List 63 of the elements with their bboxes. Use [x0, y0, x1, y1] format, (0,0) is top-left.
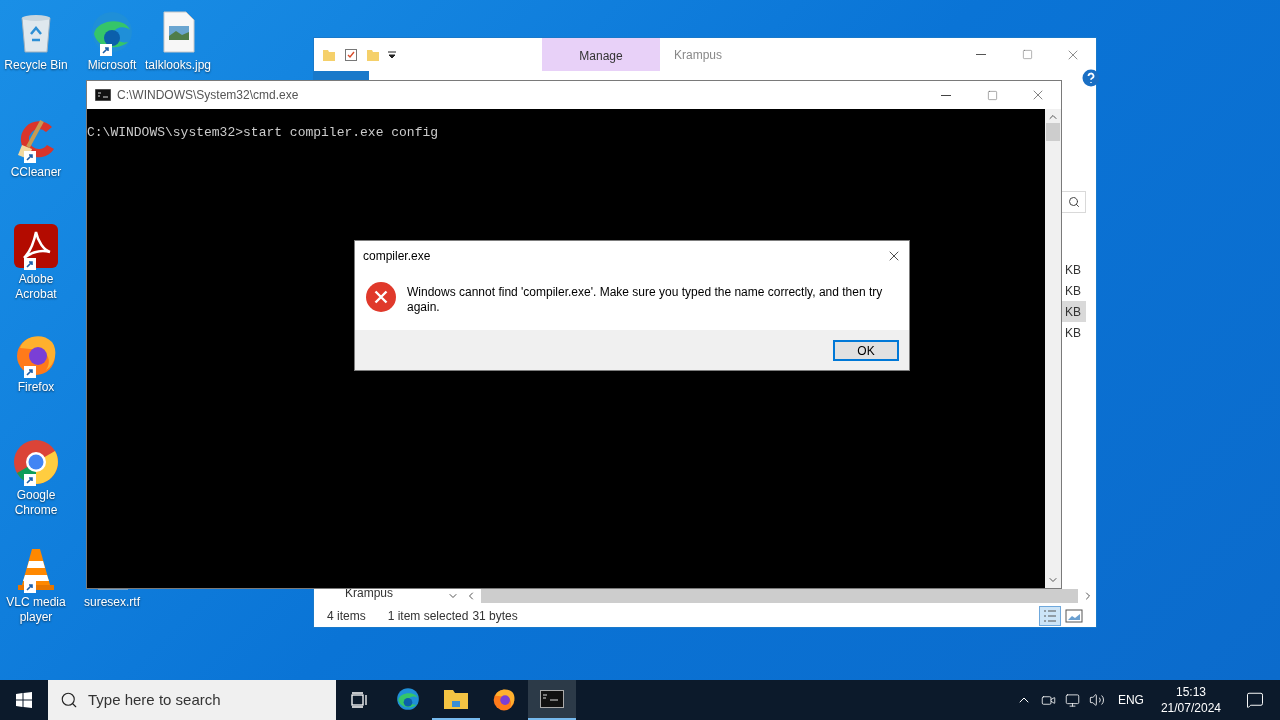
- volume-icon[interactable]: [1088, 692, 1105, 708]
- search-icon: [1067, 196, 1080, 208]
- help-icon[interactable]: [1082, 69, 1100, 87]
- error-icon: [365, 281, 397, 313]
- desktop-icon-label[interactable]: Adobe Acrobat: [0, 272, 72, 302]
- minimize-icon: [976, 54, 986, 55]
- windows-logo-icon: [16, 692, 32, 708]
- console-line: C:\WINDOWS\system32>start compiler.exe config: [87, 125, 440, 141]
- search-icon: [60, 691, 78, 709]
- desktop-icon-label[interactable]: Recycle Bin: [4, 58, 68, 73]
- status-text: 31 bytes: [472, 607, 518, 625]
- console-icon: [540, 690, 564, 708]
- error-message: Windows cannot find 'compiler.exe'. Make sure you typed the name correctly, and then try again.: [407, 285, 884, 315]
- firefox-icon: [491, 686, 517, 712]
- new-folder-icon[interactable]: [366, 47, 380, 62]
- scrollbar-thumb[interactable]: [1046, 123, 1060, 141]
- context-tab-header: Manage: [542, 38, 660, 71]
- status-text: 4 items: [327, 607, 366, 625]
- clock[interactable]: 15:13 21/07/2024: [1156, 684, 1225, 716]
- minimize-icon: [941, 94, 951, 96]
- desktop-icon-label[interactable]: VLC media player: [0, 595, 72, 625]
- network-icon[interactable]: [1064, 692, 1080, 708]
- desktop-icon-label[interactable]: Google Chrome: [0, 488, 72, 518]
- taskbar-app-button[interactable]: [528, 680, 576, 720]
- acrobat-icon: [12, 222, 60, 270]
- search-field[interactable]: [1062, 191, 1086, 213]
- edge-icon: [395, 686, 421, 712]
- size-cell[interactable]: KB: [1062, 280, 1086, 301]
- navigation-item[interactable]: Krampus: [345, 588, 445, 598]
- size-cell[interactable]: KB: [1062, 259, 1086, 280]
- language-indicator[interactable]: ENG: [1117, 691, 1144, 709]
- desktop-icon-label[interactable]: talklooks.jpg: [144, 58, 211, 73]
- desktop-icon-label[interactable]: CCleaner: [10, 165, 62, 180]
- window-title: C:\WINDOWS\System32\cmd.exe: [117, 87, 299, 104]
- search-field[interactable]: Type here to search: [48, 680, 336, 720]
- maximize-icon: [986, 89, 998, 101]
- chrome-icon: [12, 438, 60, 486]
- shortcut-arrow-icon: [24, 366, 36, 378]
- shortcut-arrow-icon: [100, 44, 112, 56]
- desktop-icon-label[interactable]: Microsoft: [87, 58, 137, 73]
- console-icon: [95, 89, 111, 101]
- window-title: Krampus: [674, 46, 723, 64]
- notifications-icon[interactable]: [1246, 691, 1264, 709]
- folder-icon[interactable]: [322, 47, 336, 62]
- shortcut-arrow-icon: [24, 474, 36, 486]
- large-icons-view-icon[interactable]: [1065, 608, 1083, 623]
- search-placeholder: Type here to search: [88, 689, 221, 710]
- details-view-icon[interactable]: [1039, 605, 1061, 626]
- maximize-icon: [1021, 49, 1033, 60]
- shortcut-arrow-icon: [24, 151, 36, 163]
- ok-button[interactable]: OK: [833, 339, 899, 361]
- desktop-icon-label[interactable]: Firefox: [17, 380, 55, 395]
- desktop-icon-label[interactable]: suresex.rtf: [84, 595, 140, 610]
- dropdown-icon[interactable]: [388, 50, 396, 59]
- properties-icon[interactable]: [344, 47, 358, 62]
- size-cell[interactable]: KB: [1062, 301, 1086, 322]
- dialog-title: compiler.exe: [363, 248, 431, 265]
- folder-icon: [443, 687, 469, 711]
- shortcut-arrow-icon: [24, 581, 36, 593]
- task-view-icon: [351, 692, 369, 708]
- shortcut-arrow-icon: [24, 258, 36, 270]
- status-text: 1 item selected: [387, 607, 469, 625]
- size-cell[interactable]: KB: [1062, 322, 1086, 343]
